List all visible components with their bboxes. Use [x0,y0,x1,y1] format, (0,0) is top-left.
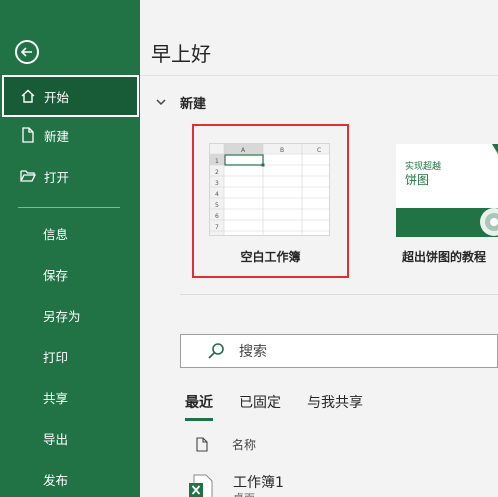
pie-tutorial-art: 实现超越 饼图 [396,144,498,237]
column-name-header[interactable]: 名称 [232,436,256,453]
recent-file-name: 工作簿1 [233,475,284,491]
nav-label: 保存 [43,267,69,283]
pie-tutorial-label[interactable]: 超出饼图的教程 [402,248,486,265]
nav-item-publish[interactable]: 发布 [0,459,140,497]
pie-thumb-title-1: 实现超越 [405,160,441,172]
tab-recent[interactable]: 最近 [185,392,213,421]
tab-shared-with-me[interactable]: 与我共享 [307,392,363,412]
nav-label: 开始 [44,89,70,105]
spreadsheet-grid: A B C 1 2 3 4 5 6 7 [210,144,329,235]
nav-item-save[interactable]: 保存 [0,254,140,294]
nav-label: 新建 [44,128,70,144]
backstage-sidebar: 开始 新建 打开 信息 保存 另存为 打印 共享 导出 发布 [0,0,140,497]
excel-file-icon [188,474,214,497]
nav-item-share[interactable]: 共享 [0,377,140,417]
tab-pinned[interactable]: 已固定 [239,392,281,412]
home-icon [18,88,38,104]
grid-col-b: B [280,147,284,154]
nav-label: 打印 [43,349,69,365]
nav-item-print[interactable]: 打印 [0,336,140,376]
back-button[interactable] [15,40,39,64]
backstage-main: 早上好 新建 A B C 1 2 3 4 5 6 7 空白工作簿 实现超越 饼图… [140,0,498,497]
search-icon [207,342,225,360]
nav-label: 发布 [43,472,69,488]
grid-col-c: C [317,147,321,154]
chevron-down-icon [156,95,170,110]
recent-file-location: 桌面 [233,490,255,497]
pie-thumb-title-2: 饼图 [405,173,429,187]
nav-item-export[interactable]: 导出 [0,418,140,458]
new-file-icon [18,127,38,143]
nav-item-info[interactable]: 信息 [0,213,140,253]
blank-workbook-label[interactable]: 空白工作簿 [192,248,349,265]
greeting-title: 早上好 [151,42,211,66]
back-arrow-icon [20,47,32,57]
search-box[interactable]: 搜索 [180,334,498,368]
file-list-header: 名称 [196,436,256,453]
nav-label: 导出 [43,431,69,447]
recent-file-row[interactable]: 工作簿1 桌面 [186,466,498,497]
nav-item-save-as[interactable]: 另存为 [0,295,140,335]
open-folder-icon [18,169,38,183]
nav-item-new[interactable]: 新建 [0,115,140,155]
sidebar-divider [18,207,120,208]
grid-row-3: 3 [215,180,219,187]
grid-row-1: 1 [215,158,219,165]
file-type-icon [196,437,208,452]
grid-row-2: 2 [215,169,219,176]
grid-row-6: 6 [215,213,219,220]
file-tabs: 最近 已固定 与我共享 [185,392,389,421]
grid-row-7: 7 [215,224,219,231]
nav-label: 打开 [44,169,70,185]
header-divider [140,75,498,76]
new-section-header[interactable]: 新建 [156,93,206,112]
grid-row-4: 4 [215,191,219,198]
nav-label: 共享 [43,390,69,406]
nav-item-home[interactable]: 开始 [2,75,139,117]
search-placeholder: 搜索 [239,344,267,360]
nav-item-open[interactable]: 打开 [0,156,140,196]
nav-label: 另存为 [43,308,81,324]
pie-tutorial-thumbnail[interactable]: 实现超越 饼图 [396,144,498,237]
blank-workbook-thumbnail[interactable]: A B C 1 2 3 4 5 6 7 [209,143,330,236]
new-section-label: 新建 [180,97,207,112]
nav-label: 信息 [43,226,69,242]
grid-row-5: 5 [215,202,219,209]
section-divider [180,294,498,295]
